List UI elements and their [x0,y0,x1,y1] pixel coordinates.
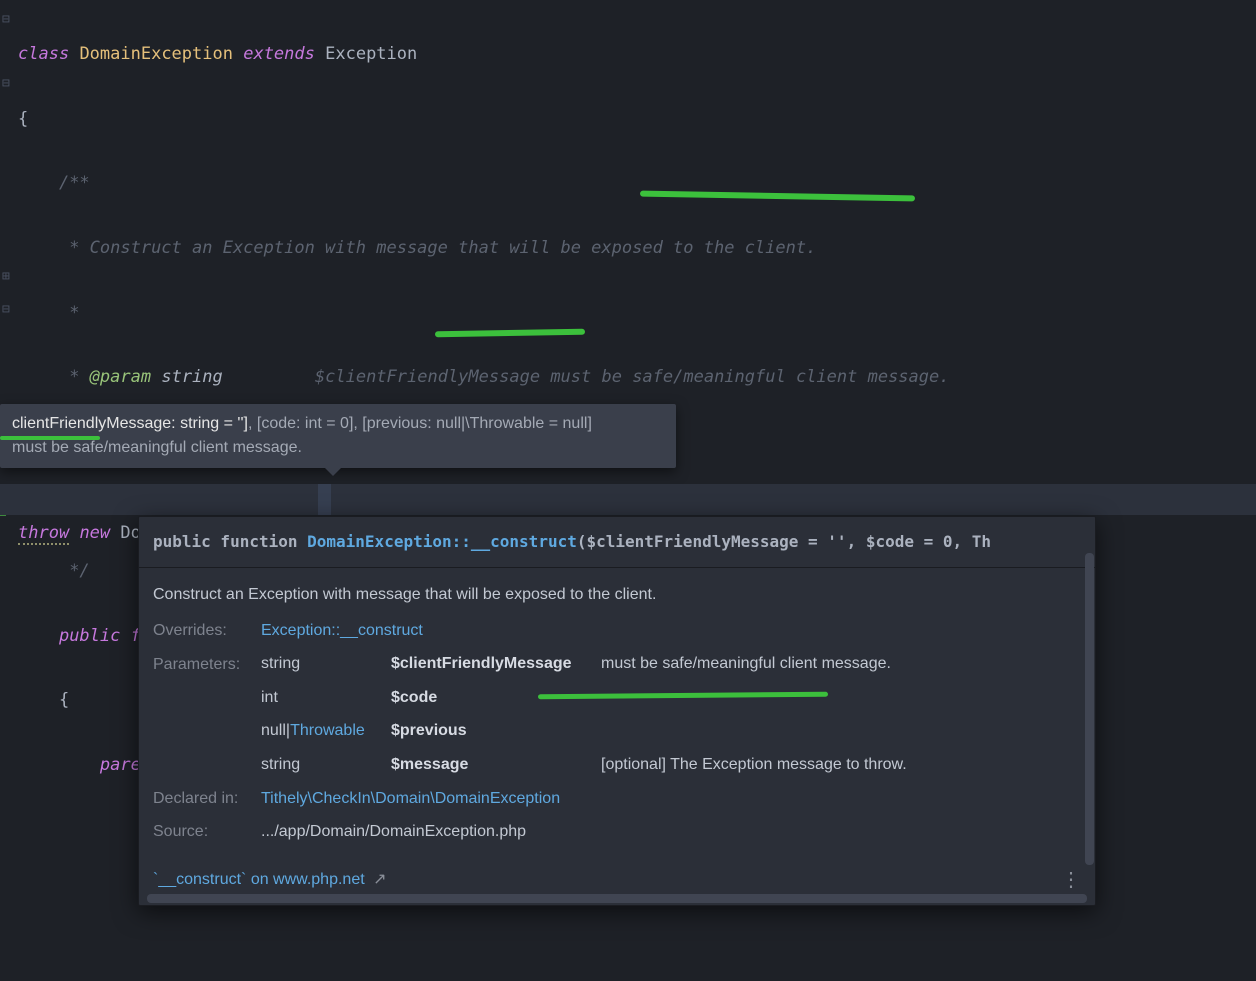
doc-param-row: string$clientFriendlyMessagemust be safe… [261,647,927,681]
doc-description: Construct an Exception with message that… [153,578,1081,612]
code-line: * [18,297,1256,329]
doc-scrollbar-vertical[interactable] [1085,553,1094,865]
parameter-hint-desc: must be safe/meaningful client message. [12,436,664,460]
doc-scrollbar-horizontal[interactable] [147,894,1087,903]
doc-overrides-row: Overrides: Exception::__construct [153,614,1081,648]
tooltip-arrow-icon [325,468,341,476]
code-line[interactable]: class DomainException extends Exception [18,38,1256,70]
doc-params-table: string$clientFriendlyMessagemust be safe… [261,647,927,781]
doc-more-menu-button[interactable]: ⋮ [1061,870,1081,890]
doc-param-row: null|Throwable$previous [261,714,927,748]
doc-params-label: Parameters: [153,648,261,682]
code-line: * Construct an Exception with message th… [18,232,1256,264]
code-line: /** [18,167,1256,199]
caret-shade [318,484,331,515]
code-line: { [18,103,1256,135]
external-link-icon: ↗ [373,871,386,888]
parameter-hint-popup: clientFriendlyMessage: string = ''], [co… [0,404,676,468]
doc-declared-link[interactable]: Tithely\CheckIn\Domain\DomainException [261,790,560,807]
doc-external-link[interactable]: `__construct` on www.php.net ↗ [153,871,387,888]
doc-param-type-link[interactable]: Throwable [290,722,365,739]
code-line: * @param string $clientFriendlyMessage m… [18,361,1256,393]
doc-source-row: Source: .../app/Domain/DomainException.p… [153,815,1081,849]
fold-icon[interactable]: ⊟ [2,72,10,97]
doc-overrides-link[interactable]: Exception::__construct [261,622,423,639]
parameter-hint-line1: clientFriendlyMessage: string = ''], [co… [12,412,664,436]
annotation-marker [0,436,100,440]
fold-icon[interactable]: ⊟ [2,8,10,33]
fold-icon[interactable]: ⊞ [2,265,10,290]
fold-icon[interactable]: ⊟ [2,298,10,323]
doc-declared-row: Declared in: Tithely\CheckIn\Domain\Doma… [153,782,1081,816]
doc-popup-body: Construct an Exception with message that… [139,568,1095,860]
doc-popup-signature: public function DomainException::__const… [139,517,1095,568]
doc-param-row: string$message[optional] The Exception m… [261,748,927,782]
documentation-popup: public function DomainException::__const… [138,516,1096,906]
